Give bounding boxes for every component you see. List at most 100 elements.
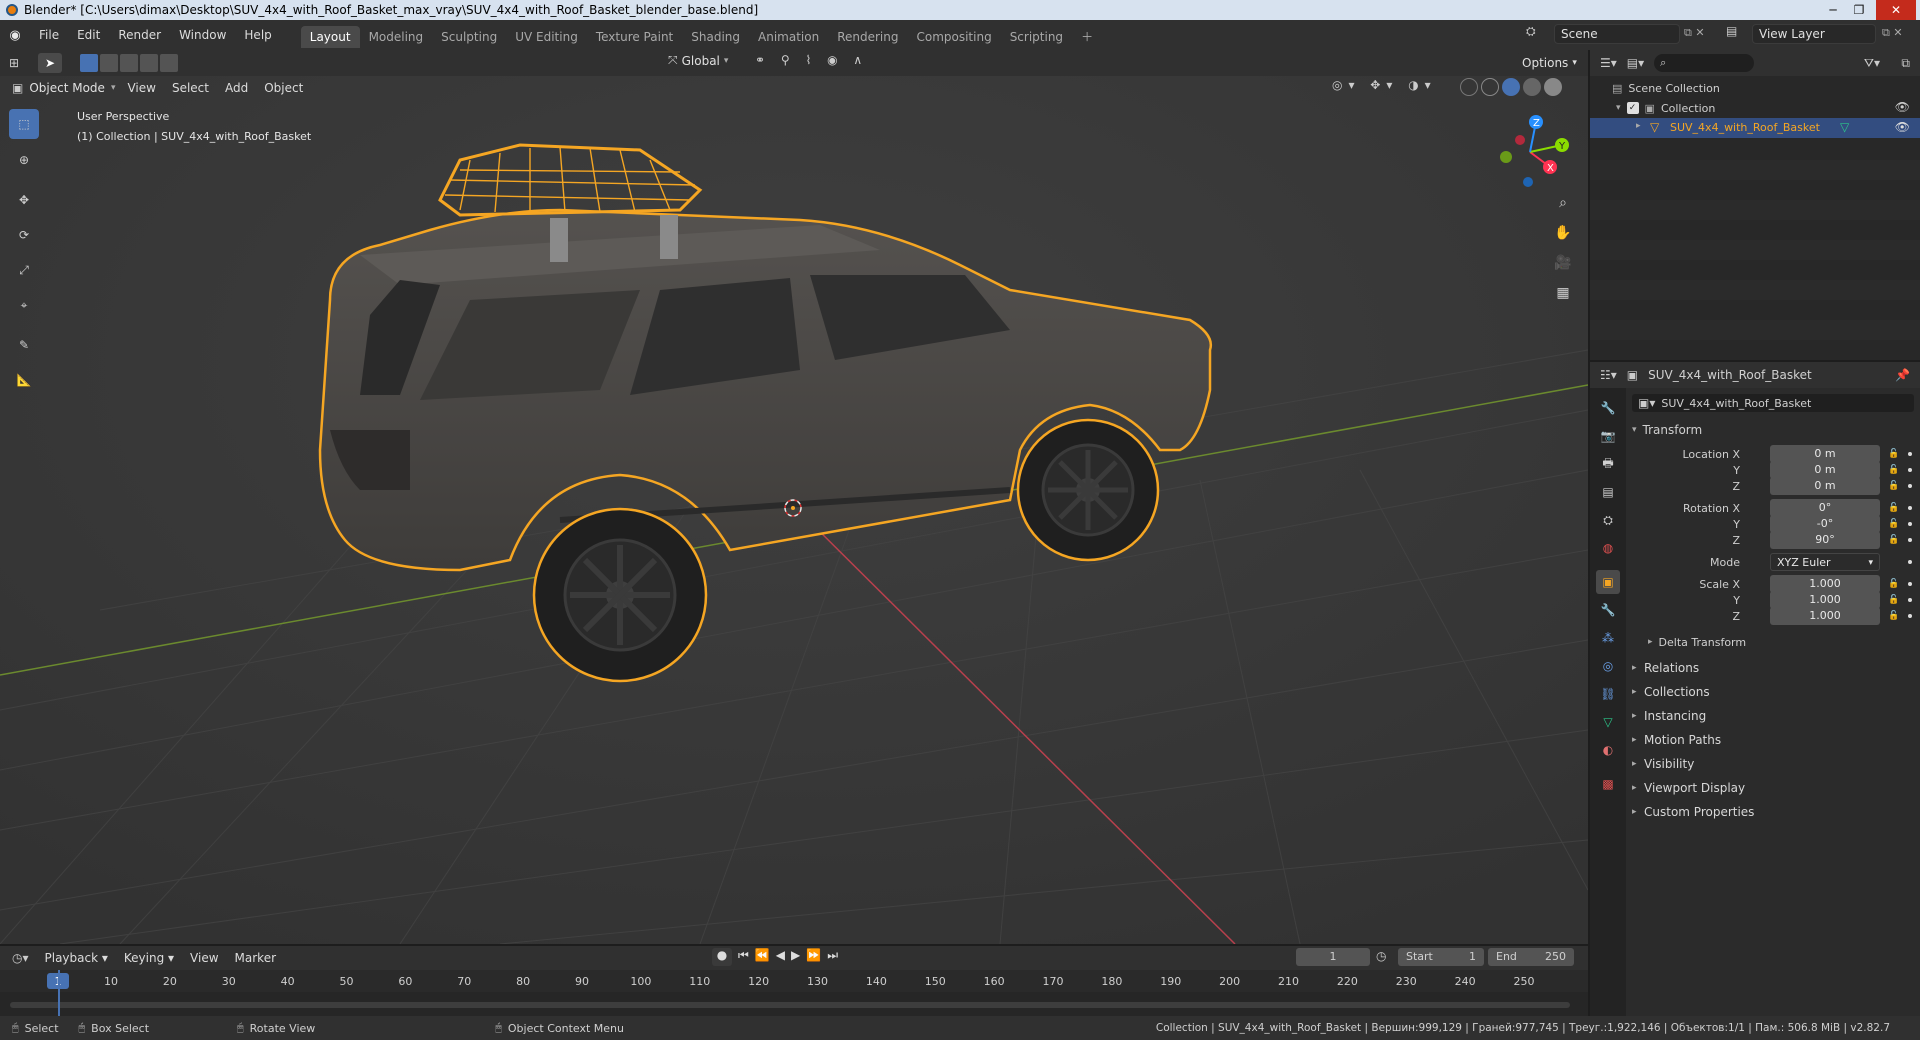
tab-modeling[interactable]: Modeling xyxy=(360,26,433,48)
object-name-field[interactable]: ▣▾ SUV_4x4_with_Roof_Basket xyxy=(1632,394,1914,412)
particles-tab-icon[interactable]: ⁂ xyxy=(1596,626,1620,650)
tab-layout[interactable]: Layout xyxy=(300,26,360,48)
tab-sculpting[interactable]: Sculpting xyxy=(432,26,506,48)
constraints-tab-icon[interactable]: ⛓ xyxy=(1596,682,1620,706)
tab-compositing[interactable]: Compositing xyxy=(907,26,1000,48)
mesh-data-tab-icon[interactable]: ▽ xyxy=(1596,710,1620,734)
viewport-menu-object[interactable]: Object xyxy=(256,78,311,98)
select-box-tool-icon[interactable]: ⬚ xyxy=(9,109,39,139)
3d-viewport[interactable]: User Perspective (1) Collection | SUV_4x… xyxy=(0,50,1588,944)
location-z-field[interactable]: 0 m xyxy=(1770,477,1880,495)
view-layer-selector[interactable]: View Layer xyxy=(1752,24,1876,44)
tool-tab-icon[interactable]: 🔧 xyxy=(1596,396,1620,420)
panel-collections[interactable]: ▸ Collections xyxy=(1626,680,1920,704)
rotation-mode-dropdown[interactable]: XYZ Euler ▾ xyxy=(1770,553,1880,571)
timeline-menu-marker[interactable]: Marker xyxy=(227,948,284,968)
panel-custom-properties[interactable]: ▸ Custom Properties xyxy=(1626,800,1920,824)
timeline-track-area[interactable] xyxy=(0,970,1588,1016)
navigation-gizmo[interactable]: X Y Z xyxy=(1490,112,1570,192)
timeline-menu-keying[interactable]: Keying ▾ xyxy=(116,948,182,968)
preview-range-icon[interactable]: ◷ xyxy=(1376,949,1386,963)
viewport-menu-select[interactable]: Select xyxy=(164,78,217,98)
cursor-tool-icon[interactable]: ⊕ xyxy=(9,145,39,175)
viewport-menu-view[interactable]: View xyxy=(119,78,163,98)
texture-tab-icon[interactable]: ▩ xyxy=(1596,772,1620,796)
tab-shading[interactable]: Shading xyxy=(682,26,749,48)
menu-file[interactable]: File xyxy=(30,20,68,50)
collection-visibility-icon[interactable]: 👁 xyxy=(1895,100,1910,114)
scene-copy-icon[interactable]: ⧉ ✕ xyxy=(1684,26,1705,40)
viewport-menu-add[interactable]: Add xyxy=(217,78,256,98)
options-dropdown[interactable]: Options ▾ xyxy=(1516,53,1580,73)
menu-window[interactable]: Window xyxy=(170,20,235,50)
transform-panel-header[interactable]: ▾ Transform xyxy=(1632,420,1702,440)
menu-help[interactable]: Help xyxy=(235,20,280,50)
snap-proportional-icons[interactable]: ⚭ ⚲ ⌇ ◉ ∧ xyxy=(755,53,868,67)
annotate-tool-icon[interactable]: ✎ xyxy=(9,330,39,360)
add-workspace-icon[interactable]: ＋ xyxy=(1072,26,1102,48)
tab-uv-editing[interactable]: UV Editing xyxy=(506,26,587,48)
timeline-editor-icon[interactable]: ◷▾ xyxy=(12,951,29,965)
move-tool-icon[interactable]: ✥ xyxy=(9,185,39,215)
playback-controls[interactable]: ● ⏮ ⏪ ◀ ▶ ⏩ ⏭ xyxy=(712,948,838,966)
timeline-menu-playback[interactable]: Playback ▾ xyxy=(37,948,116,968)
tab-texture-paint[interactable]: Texture Paint xyxy=(587,26,682,48)
new-collection-icon[interactable]: ⧉ xyxy=(1901,56,1910,71)
panel-visibility[interactable]: ▸ Visibility xyxy=(1626,752,1920,776)
pan-hand-icon[interactable]: ✋ xyxy=(1550,220,1576,246)
material-tab-icon[interactable]: ◐ xyxy=(1596,738,1620,762)
view-layer-copy-icon[interactable]: ⧉ ✕ xyxy=(1882,26,1903,40)
scene-selector[interactable]: Scene xyxy=(1554,24,1680,44)
minimize-icon[interactable]: ─ xyxy=(1822,0,1844,20)
delta-transform-subpanel[interactable]: ▸ Delta Transform xyxy=(1648,632,1746,652)
view-layer-icon[interactable]: ▤ xyxy=(1726,24,1746,44)
object-mode-dropdown[interactable]: ▣ Object Mode ▾ xyxy=(12,81,115,95)
shading-mode-buttons[interactable] xyxy=(1460,78,1562,96)
outliner-editor-icon[interactable]: ☰▾ xyxy=(1600,56,1617,70)
rotate-tool-icon[interactable]: ⟳ xyxy=(9,220,39,250)
filter-icon[interactable]: ⛛▾ xyxy=(1864,56,1880,71)
timeline-scrollbar[interactable] xyxy=(10,1002,1570,1008)
close-icon[interactable]: ✕ xyxy=(1876,0,1916,20)
tab-animation[interactable]: Animation xyxy=(749,26,828,48)
maximize-icon[interactable]: ❐ xyxy=(1848,0,1870,20)
scale-z-field[interactable]: 1.000 xyxy=(1770,607,1880,625)
start-frame-field[interactable]: Start 1 xyxy=(1398,948,1484,966)
rotation-z-field[interactable]: 90° xyxy=(1770,531,1880,549)
menu-render[interactable]: Render xyxy=(109,20,170,50)
tab-rendering[interactable]: Rendering xyxy=(828,26,907,48)
transform-orientation[interactable]: ⤧ Global ▾ xyxy=(668,53,728,68)
outliner-scene-collection[interactable]: ▤ Scene Collection xyxy=(1612,78,1720,98)
timeline-menu-view[interactable]: View xyxy=(182,948,226,968)
menu-edit[interactable]: Edit xyxy=(68,20,109,50)
measure-tool-icon[interactable]: 📐 xyxy=(9,365,39,395)
display-mode-icon[interactable]: ▤▾ xyxy=(1627,56,1644,70)
panel-motion-paths[interactable]: ▸ Motion Paths xyxy=(1626,728,1920,752)
editor-type-icon[interactable]: ⊞ xyxy=(0,56,28,70)
physics-tab-icon[interactable]: ◎ xyxy=(1596,654,1620,678)
outliner-search-input[interactable]: ⌕ xyxy=(1654,54,1755,72)
transform-tool-icon[interactable]: ⌖ xyxy=(9,290,39,320)
blender-menu-icon[interactable]: ◉ xyxy=(0,20,30,50)
panel-relations[interactable]: ▸ Relations xyxy=(1626,656,1920,680)
end-frame-field[interactable]: End 250 xyxy=(1488,948,1574,966)
outliner-object-row[interactable]: ▸ ▽ SUV_4x4_with_Roof_Basket ▽ 👁 xyxy=(1590,118,1920,138)
overlay-gizmo-icons[interactable]: ◎▾ ✥▾ ◑▾ xyxy=(1332,78,1437,92)
properties-editor-icon[interactable]: ☷▾ xyxy=(1600,368,1617,382)
tab-scripting[interactable]: Scripting xyxy=(1001,26,1072,48)
outliner-collection-row[interactable]: ▾ ✓ ▣ Collection xyxy=(1616,98,1715,118)
timeline-ruler[interactable]: 1102030405060708090100110120130140150160… xyxy=(0,970,1588,992)
object-visibility-icon[interactable]: 👁 xyxy=(1895,120,1910,134)
camera-view-icon[interactable]: 🎥 xyxy=(1550,250,1576,276)
selection-mode-buttons[interactable] xyxy=(80,54,178,72)
scale-tool-icon[interactable]: ⤢ xyxy=(9,255,39,285)
panel-viewport-display[interactable]: ▸ Viewport Display xyxy=(1626,776,1920,800)
zoom-icon[interactable]: ⌕ xyxy=(1550,190,1576,216)
collection-checkbox[interactable]: ✓ xyxy=(1626,102,1639,114)
orthographic-grid-icon[interactable]: ▦ xyxy=(1550,280,1576,306)
tool-select-icon[interactable]: ➤ xyxy=(38,53,62,73)
pin-icon[interactable]: 📌 xyxy=(1895,368,1910,382)
panel-instancing[interactable]: ▸ Instancing xyxy=(1626,704,1920,728)
current-frame-field[interactable]: 1 xyxy=(1296,948,1370,966)
scene-icon[interactable]: ⛭ xyxy=(1526,24,1544,44)
